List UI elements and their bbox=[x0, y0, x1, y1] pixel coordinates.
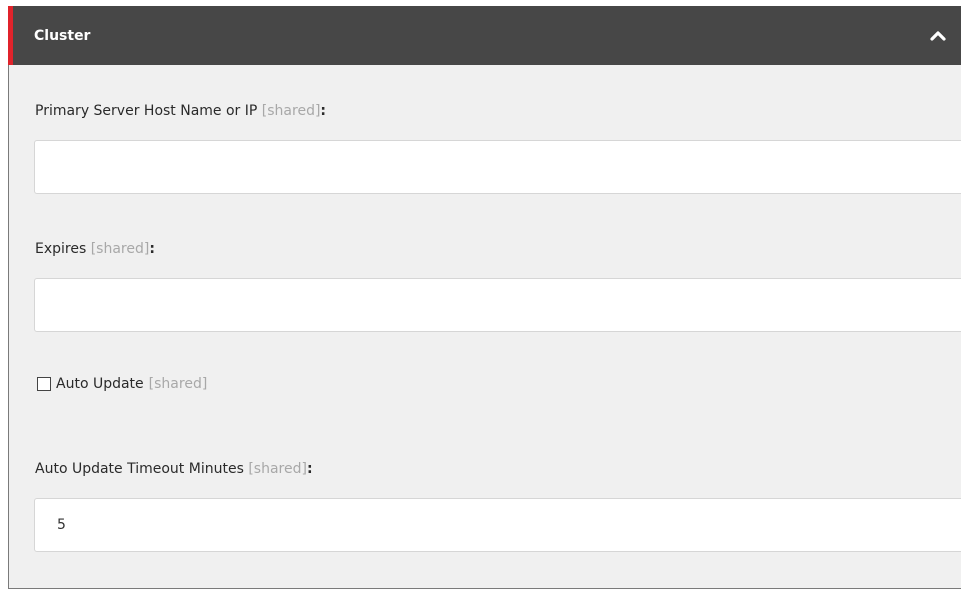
primary-server-input[interactable] bbox=[34, 140, 961, 194]
label-colon: : bbox=[149, 241, 155, 257]
panel-title: Cluster bbox=[34, 27, 91, 44]
expires-label: Expires [shared]: bbox=[35, 241, 155, 257]
chevron-up-icon[interactable] bbox=[928, 26, 948, 46]
primary-server-label-text: Primary Server Host Name or IP bbox=[35, 103, 258, 119]
auto-update-timeout-label: Auto Update Timeout Minutes [shared]: bbox=[35, 461, 313, 477]
primary-server-label: Primary Server Host Name or IP [shared]: bbox=[35, 103, 326, 119]
auto-update-timeout-input[interactable] bbox=[34, 498, 961, 552]
auto-update-timeout-label-text: Auto Update Timeout Minutes bbox=[35, 461, 244, 477]
shared-tag: [shared] bbox=[261, 103, 321, 119]
shared-tag: [shared] bbox=[248, 461, 307, 477]
label-colon: : bbox=[306, 461, 313, 477]
label-colon: : bbox=[320, 103, 327, 119]
auto-update-checkbox[interactable] bbox=[37, 377, 51, 391]
expires-input[interactable] bbox=[34, 278, 961, 332]
cluster-panel: Cluster Primary Server Host Name or IP [… bbox=[8, 6, 961, 589]
expires-label-text: Expires bbox=[35, 241, 87, 257]
auto-update-row[interactable]: Auto Update [shared] bbox=[37, 376, 207, 392]
shared-tag: [shared] bbox=[90, 241, 150, 257]
shared-tag: [shared] bbox=[148, 376, 208, 392]
auto-update-label[interactable]: Auto Update bbox=[56, 376, 144, 392]
cluster-panel-header[interactable]: Cluster bbox=[8, 6, 961, 65]
